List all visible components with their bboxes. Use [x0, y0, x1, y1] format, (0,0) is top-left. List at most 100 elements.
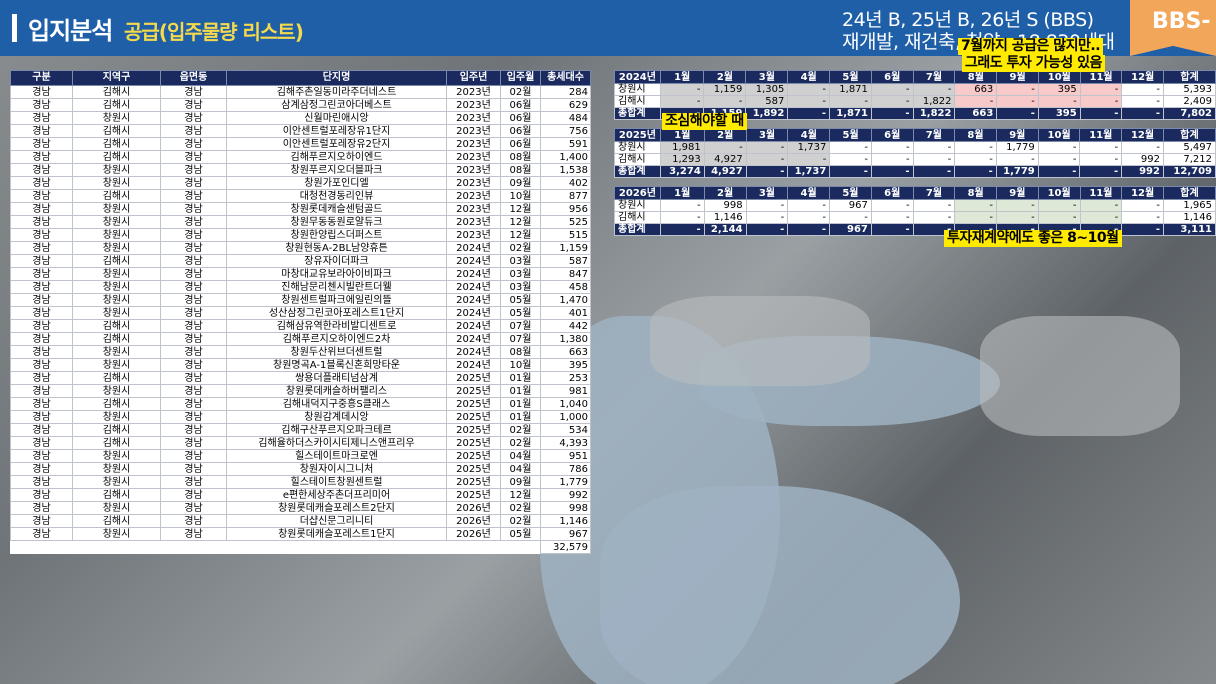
table-row[interactable]: 경남 창원시 경남 진해남문리첸시빌란트더웰 2024년 03월 458: [10, 280, 591, 294]
table-row[interactable]: 경남 창원시 경남 신월마린애시앙 2023년 06월 484: [10, 111, 591, 125]
month-header: 1월: [659, 70, 705, 84]
table-cell: 경남: [10, 514, 73, 528]
table-row[interactable]: 경남 창원시 경남 힐스테이트마크로엔 2025년 04월 951: [10, 449, 591, 463]
month-header: 11월: [1079, 186, 1123, 200]
summary-row[interactable]: 창원시 1,981- -1,737- - - -1,779- - -5,497: [614, 141, 1216, 154]
table-row[interactable]: 경남 김해시 경남 이안센트럴포레장유2단지 2023년 06월 591: [10, 137, 591, 151]
table-cell: 경남: [160, 306, 227, 320]
table-cell: 힐스테이트마크로엔: [226, 449, 447, 463]
empty-cell: [501, 541, 541, 554]
table-row[interactable]: 경남 김해시 경남 장유자이더파크 2024년 03월 587: [10, 254, 591, 268]
summary-cell: -: [1079, 95, 1123, 108]
table-cell: 2024년: [446, 280, 501, 294]
table-cell: 경남: [10, 306, 73, 320]
table-row[interactable]: 경남 창원시 경남 창원푸르지오더블파크 2023년 08월 1,538: [10, 163, 591, 177]
table-row[interactable]: 경남 김해시 경남 김해주촌일동미라주더네스트 2023년 02월 284: [10, 85, 591, 99]
summary-cell: -: [1079, 153, 1123, 166]
table-row[interactable]: 경남 창원시 경남 힐스테이트창원센트럴 2025년 09월 1,779: [10, 475, 591, 489]
summary-cell: -: [1037, 95, 1081, 108]
summary-cell: 1,305: [745, 83, 789, 96]
column-header[interactable]: 읍면동: [160, 70, 227, 86]
table-cell: 05월: [500, 527, 541, 541]
annotation-note-2: 그래도 투자 가능성 있음: [962, 55, 1105, 72]
table-row[interactable]: 경남 김해시 경남 김해내덕지구중흥S클래스 2025년 01월 1,040: [10, 397, 591, 411]
table-row[interactable]: 경남 창원시 경남 마창대교유보라아이비파크 2024년 03월 847: [10, 267, 591, 281]
summary-cell: 4,927: [703, 153, 747, 166]
table-cell: 1,380: [540, 332, 591, 346]
page-title: 입지분석: [28, 17, 113, 45]
table-cell: 김해구산푸르지오파크테르: [226, 423, 447, 437]
month-header: 3월: [745, 70, 789, 84]
table-cell: 창원시: [72, 267, 161, 281]
table-cell: 경남: [160, 436, 227, 450]
summary-header-row: 2024년 1월 2월 3월 4월 5월 6월 7월 8월 9월 10월 11월 12월 합계: [614, 70, 1216, 84]
summary-total-cell: -: [829, 165, 872, 178]
table-row[interactable]: 경남 김해시 경남 e편한세상주촌더프리미어 2025년 12월 992: [10, 488, 591, 502]
table-cell: 경남: [10, 215, 73, 229]
month-header: 5월: [829, 186, 872, 200]
column-header[interactable]: 단지명: [226, 70, 447, 86]
table-row[interactable]: 경남 김해시 경남 김해율하더스카이시티제니스앤프리우 2025년 02월 4,393: [10, 436, 591, 450]
table-cell: 401: [540, 306, 591, 320]
table-cell: 951: [540, 449, 591, 463]
table-cell: 4,393: [540, 436, 591, 450]
table-cell: 756: [540, 124, 591, 138]
table-row[interactable]: 경남 김해시 경남 대청천경동리인뷰 2023년 10월 877: [10, 189, 591, 203]
table-cell: 경남: [10, 423, 73, 437]
table-row[interactable]: 경남 창원시 경남 창원롯데캐슬센텀골드 2023년 12월 956: [10, 202, 591, 216]
summary-cell: -: [659, 95, 705, 108]
badge-label: BBS-: [1152, 9, 1211, 34]
table-cell: 김해시: [72, 254, 161, 268]
table-cell: 더샵신문그리니티: [226, 514, 447, 528]
table-row[interactable]: 경남 창원시 경남 성산삼정그린코아포레스트1단지 2024년 05월 401: [10, 306, 591, 320]
table-row[interactable]: 경남 창원시 경남 창원롯데캐슬포레스트2단지 2026년 02월 998: [10, 501, 591, 515]
table-row[interactable]: 경남 김해시 경남 김해푸르지오하이엔드 2023년 08월 1,400: [10, 150, 591, 164]
table-row[interactable]: 경남 김해시 경남 김해구산푸르지오파크테르 2025년 02월 534: [10, 423, 591, 437]
summary-row[interactable]: 창원시 -998- -967- - - - - - -1,965: [614, 199, 1216, 212]
table-row[interactable]: 경남 창원시 경남 창원감계데시앙 2025년 01월 1,000: [10, 410, 591, 424]
table-row[interactable]: 경남 김해시 경남 더샵신문그리니티 2026년 02월 1,146: [10, 514, 591, 528]
table-row[interactable]: 경남 창원시 경남 창원명곡A-1블록신혼희망타운 2024년 10월 395: [10, 358, 591, 372]
table-cell: 402: [540, 176, 591, 190]
table-row[interactable]: 경남 창원시 경남 창원센트럴파크에일린의뜰 2024년 05월 1,470: [10, 293, 591, 307]
table-row[interactable]: 경남 창원시 경남 창원자이시그니처 2025년 04월 786: [10, 462, 591, 476]
region-label: 창원시: [614, 83, 661, 96]
summary-cell: -: [996, 95, 1039, 108]
summary-row[interactable]: 창원시 -1,159 1,305-1,871- -663-395- -5,393: [614, 83, 1216, 96]
summary-cell: -: [1037, 153, 1081, 166]
summary-row[interactable]: 김해시 - -587- - -1,822- - - - -2,409: [614, 95, 1216, 108]
table-cell: 창원시: [72, 215, 161, 229]
summary-row[interactable]: 김해시 -1,146- - - - - - - - - -1,146: [614, 211, 1216, 224]
table-row[interactable]: 경남 창원시 경남 창원롯데캐슬하버팰리스 2025년 01월 981: [10, 384, 591, 398]
table-row[interactable]: 경남 창원시 경남 창원두산위브더센트럴 2024년 08월 663: [10, 345, 591, 359]
table-cell: 01월: [500, 384, 541, 398]
table-row[interactable]: 경남 김해시 경남 쌍용더플래티넘삼계 2025년 01월 253: [10, 371, 591, 385]
summary-cell: -: [996, 83, 1039, 96]
table-row[interactable]: 경남 창원시 경남 창원현동A-2BL남양휴튼 2024년 02월 1,159: [10, 241, 591, 255]
summary-cell: -: [1121, 83, 1165, 96]
table-cell: 05월: [500, 293, 541, 307]
column-header[interactable]: 입주월: [500, 70, 541, 86]
table-row[interactable]: 경남 김해시 경남 이안센트럴포레장유1단지 2023년 06월 756: [10, 124, 591, 138]
column-header[interactable]: 총세대수: [540, 70, 591, 86]
table-row[interactable]: 경남 창원시 경남 창원롯데캐슬포레스트1단지 2026년 05월 967: [10, 527, 591, 541]
empty-cell: [73, 541, 161, 554]
table-row[interactable]: 경남 창원시 경남 창원가포인디엘 2023년 09월 402: [10, 176, 591, 190]
table-row[interactable]: 경남 김해시 경남 김해삼유역한라비발디센트로 2024년 07월 442: [10, 319, 591, 333]
table-cell: 김해시: [72, 189, 161, 203]
column-header[interactable]: 구분: [10, 70, 73, 86]
summary-cell: 1,159: [703, 83, 747, 96]
table-cell: 김해시: [72, 397, 161, 411]
table-row[interactable]: 경남 창원시 경남 창원한양립스더퍼스트 2023년 12월 515: [10, 228, 591, 242]
table-cell: 2023년: [446, 124, 501, 138]
table-row[interactable]: 경남 김해시 경남 삼계삼정그린코아더베스트 2023년 06월 629: [10, 98, 591, 112]
column-header[interactable]: 입주년: [446, 70, 501, 86]
table-cell: 경남: [10, 488, 73, 502]
table-row[interactable]: 경남 창원시 경남 창원무동동원로얄듀크 2023년 12월 525: [10, 215, 591, 229]
column-header[interactable]: 지역구: [72, 70, 161, 86]
summary-row[interactable]: 김해시 1,293 4,927- - - - - - - - -992 7,212: [614, 153, 1216, 166]
table-cell: 경남: [160, 319, 227, 333]
table-row[interactable]: 경남 김해시 경남 김해푸르지오하이엔드2차 2024년 07월 1,380: [10, 332, 591, 346]
summary-table-2025: 2025년 1월 2월 3월 4월 5월 6월 7월 8월 9월 10월 11월 12월 합계 창원시 1,9…: [614, 128, 1216, 178]
table-cell: 06월: [500, 111, 541, 125]
